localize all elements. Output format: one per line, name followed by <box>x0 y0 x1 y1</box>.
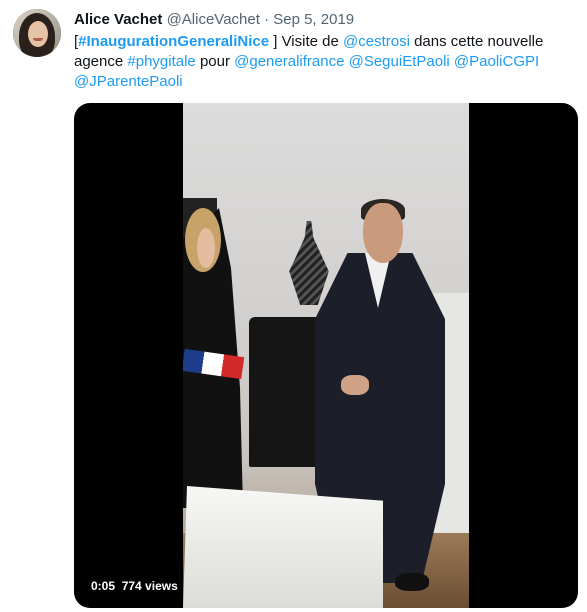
author-avatar[interactable] <box>13 9 61 57</box>
avatar-smile <box>33 38 43 41</box>
hashtag-inauguration[interactable]: #InaugurationGeneraliNice <box>78 33 269 50</box>
scene-woman-face <box>197 228 215 268</box>
video-overlay: 0:05 774 views <box>86 576 183 596</box>
scene-man-hand <box>341 375 369 395</box>
mention-jparentepaoli[interactable]: @JParentePaoli <box>74 73 183 90</box>
text-part-1: ] Visite de <box>269 33 343 50</box>
video-time-text: 0:05 <box>91 579 116 593</box>
author-name[interactable]: Alice Vachet <box>74 11 162 28</box>
mention-cestrosi[interactable]: @cestrosi <box>343 33 410 50</box>
scene-table <box>183 486 383 608</box>
tweet-text: [#InaugurationGeneraliNice ] Visite de @… <box>74 32 554 92</box>
avatar-face <box>28 21 48 47</box>
text-part-3: pour <box>195 53 235 70</box>
video-views: 774 views <box>121 579 178 593</box>
separator-dot: · <box>264 11 270 28</box>
mention-paolicgpi[interactable]: @PaoliCGPI <box>454 53 539 70</box>
scene-man-shoe <box>395 573 429 591</box>
video-frame <box>183 103 469 608</box>
video-player[interactable]: 0:05 774 views <box>74 103 578 608</box>
scene-man-face <box>363 203 403 263</box>
scene-vase <box>289 221 329 305</box>
hashtag-phygitale[interactable]: #phygitale <box>127 53 195 70</box>
mention-generalifrance[interactable]: @generalifrance <box>234 53 344 70</box>
video-time: 0:05 774 views <box>86 576 183 596</box>
author-handle[interactable]: @AliceVachet <box>167 11 260 28</box>
tweet-header: Alice Vachet @AliceVachet · Sep 5, 2019 <box>74 10 354 30</box>
mention-seguietpaoli[interactable]: @SeguiEtPaoli <box>349 53 450 70</box>
tweet-date[interactable]: Sep 5, 2019 <box>273 11 354 28</box>
